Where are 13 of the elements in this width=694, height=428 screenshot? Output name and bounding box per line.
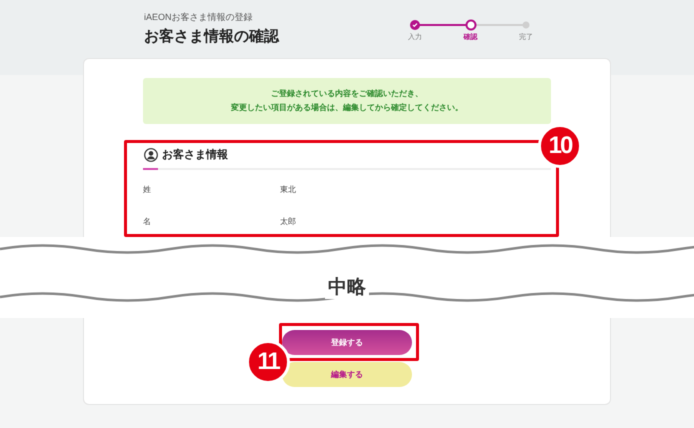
person-icon (144, 148, 158, 162)
notice-text: ご登録されている内容をご確認いただき、 (271, 88, 423, 100)
omission-label: 中略 (325, 277, 369, 299)
section-title: お客さま情報 (162, 148, 228, 163)
field-label: 名 (143, 216, 152, 228)
register-button[interactable]: 登録する (282, 330, 412, 355)
notice-text: 変更したい項目がある場合は、編集してから確定してください。 (231, 102, 463, 114)
field-value: 東北 (280, 184, 296, 196)
field-label: 姓 (143, 184, 152, 196)
field-value: 太郎 (280, 216, 296, 228)
edit-button[interactable]: 編集する (282, 362, 412, 387)
breadcrumb: iAEONお客さま情報の登録 (144, 11, 254, 23)
page-title: お客さま情報の確認 (144, 27, 279, 47)
